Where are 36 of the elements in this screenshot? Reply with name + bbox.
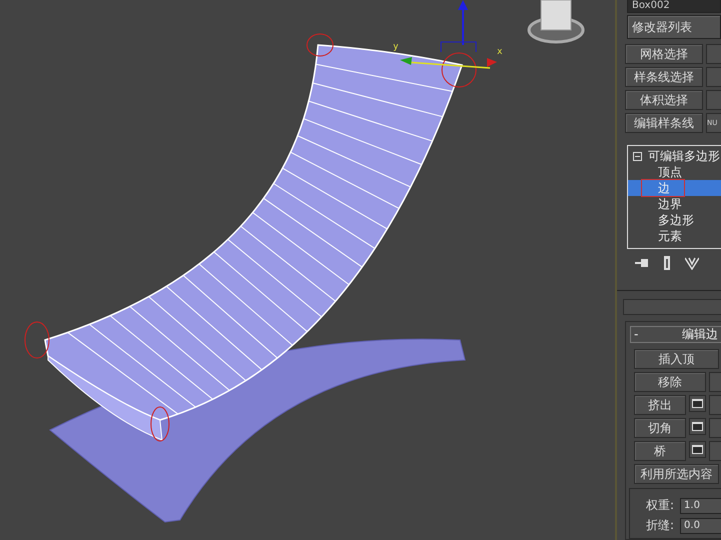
stack-item[interactable]: 可编辑多边形 — [648, 148, 720, 164]
field-label: 权重: — [646, 497, 674, 514]
settings-button[interactable] — [689, 441, 706, 458]
settings-button[interactable] — [689, 395, 706, 412]
funnel-icon[interactable] — [685, 256, 699, 270]
tool-button[interactable]: 切角 — [634, 418, 686, 438]
window-icon — [692, 422, 703, 431]
stack-sub-item[interactable]: 多边形 — [628, 212, 721, 228]
view-cube-drawing — [528, 0, 584, 44]
tool-button[interactable]: 利用所选内容 — [634, 464, 719, 484]
axis-label: x — [497, 47, 502, 57]
stack-sub-item[interactable]: 边 — [628, 180, 721, 196]
tool-button[interactable]: 桥 — [634, 441, 686, 461]
show-end-result-icon[interactable] — [663, 256, 671, 270]
tool-button[interactable]: 移除 — [634, 372, 706, 392]
modifier-button[interactable]: 体积选择 — [625, 90, 703, 110]
stack-sub-item[interactable]: 元素 — [628, 228, 721, 244]
collapse-icon[interactable] — [633, 152, 642, 161]
pin-icon[interactable] — [635, 258, 649, 268]
modifier-button[interactable]: 网格选择 — [625, 44, 703, 64]
object-name-field[interactable]: Box002 — [627, 0, 721, 14]
modifier-button[interactable]: 编辑样条线 — [625, 113, 703, 134]
axis-label: y — [393, 42, 398, 52]
number-field[interactable]: 0.0 — [680, 518, 721, 534]
number-field[interactable]: 1.0 — [680, 498, 721, 514]
tool-button[interactable]: 挤出 — [634, 395, 686, 415]
field-label: 折缝: — [646, 517, 674, 534]
window-icon — [692, 399, 703, 408]
modifier-list-dropdown[interactable]: 修改器列表 — [627, 15, 721, 40]
rollout-header[interactable]: - 编辑边 — [630, 326, 721, 343]
stack-sub-item[interactable]: 顶点 — [628, 164, 721, 180]
window-icon — [692, 445, 703, 454]
tool-button[interactable]: 插入顶 — [634, 349, 719, 369]
settings-button[interactable] — [689, 418, 706, 435]
stack-sub-item[interactable]: 边界 — [628, 196, 721, 212]
modifier-button[interactable]: 样条线选择 — [625, 67, 703, 88]
